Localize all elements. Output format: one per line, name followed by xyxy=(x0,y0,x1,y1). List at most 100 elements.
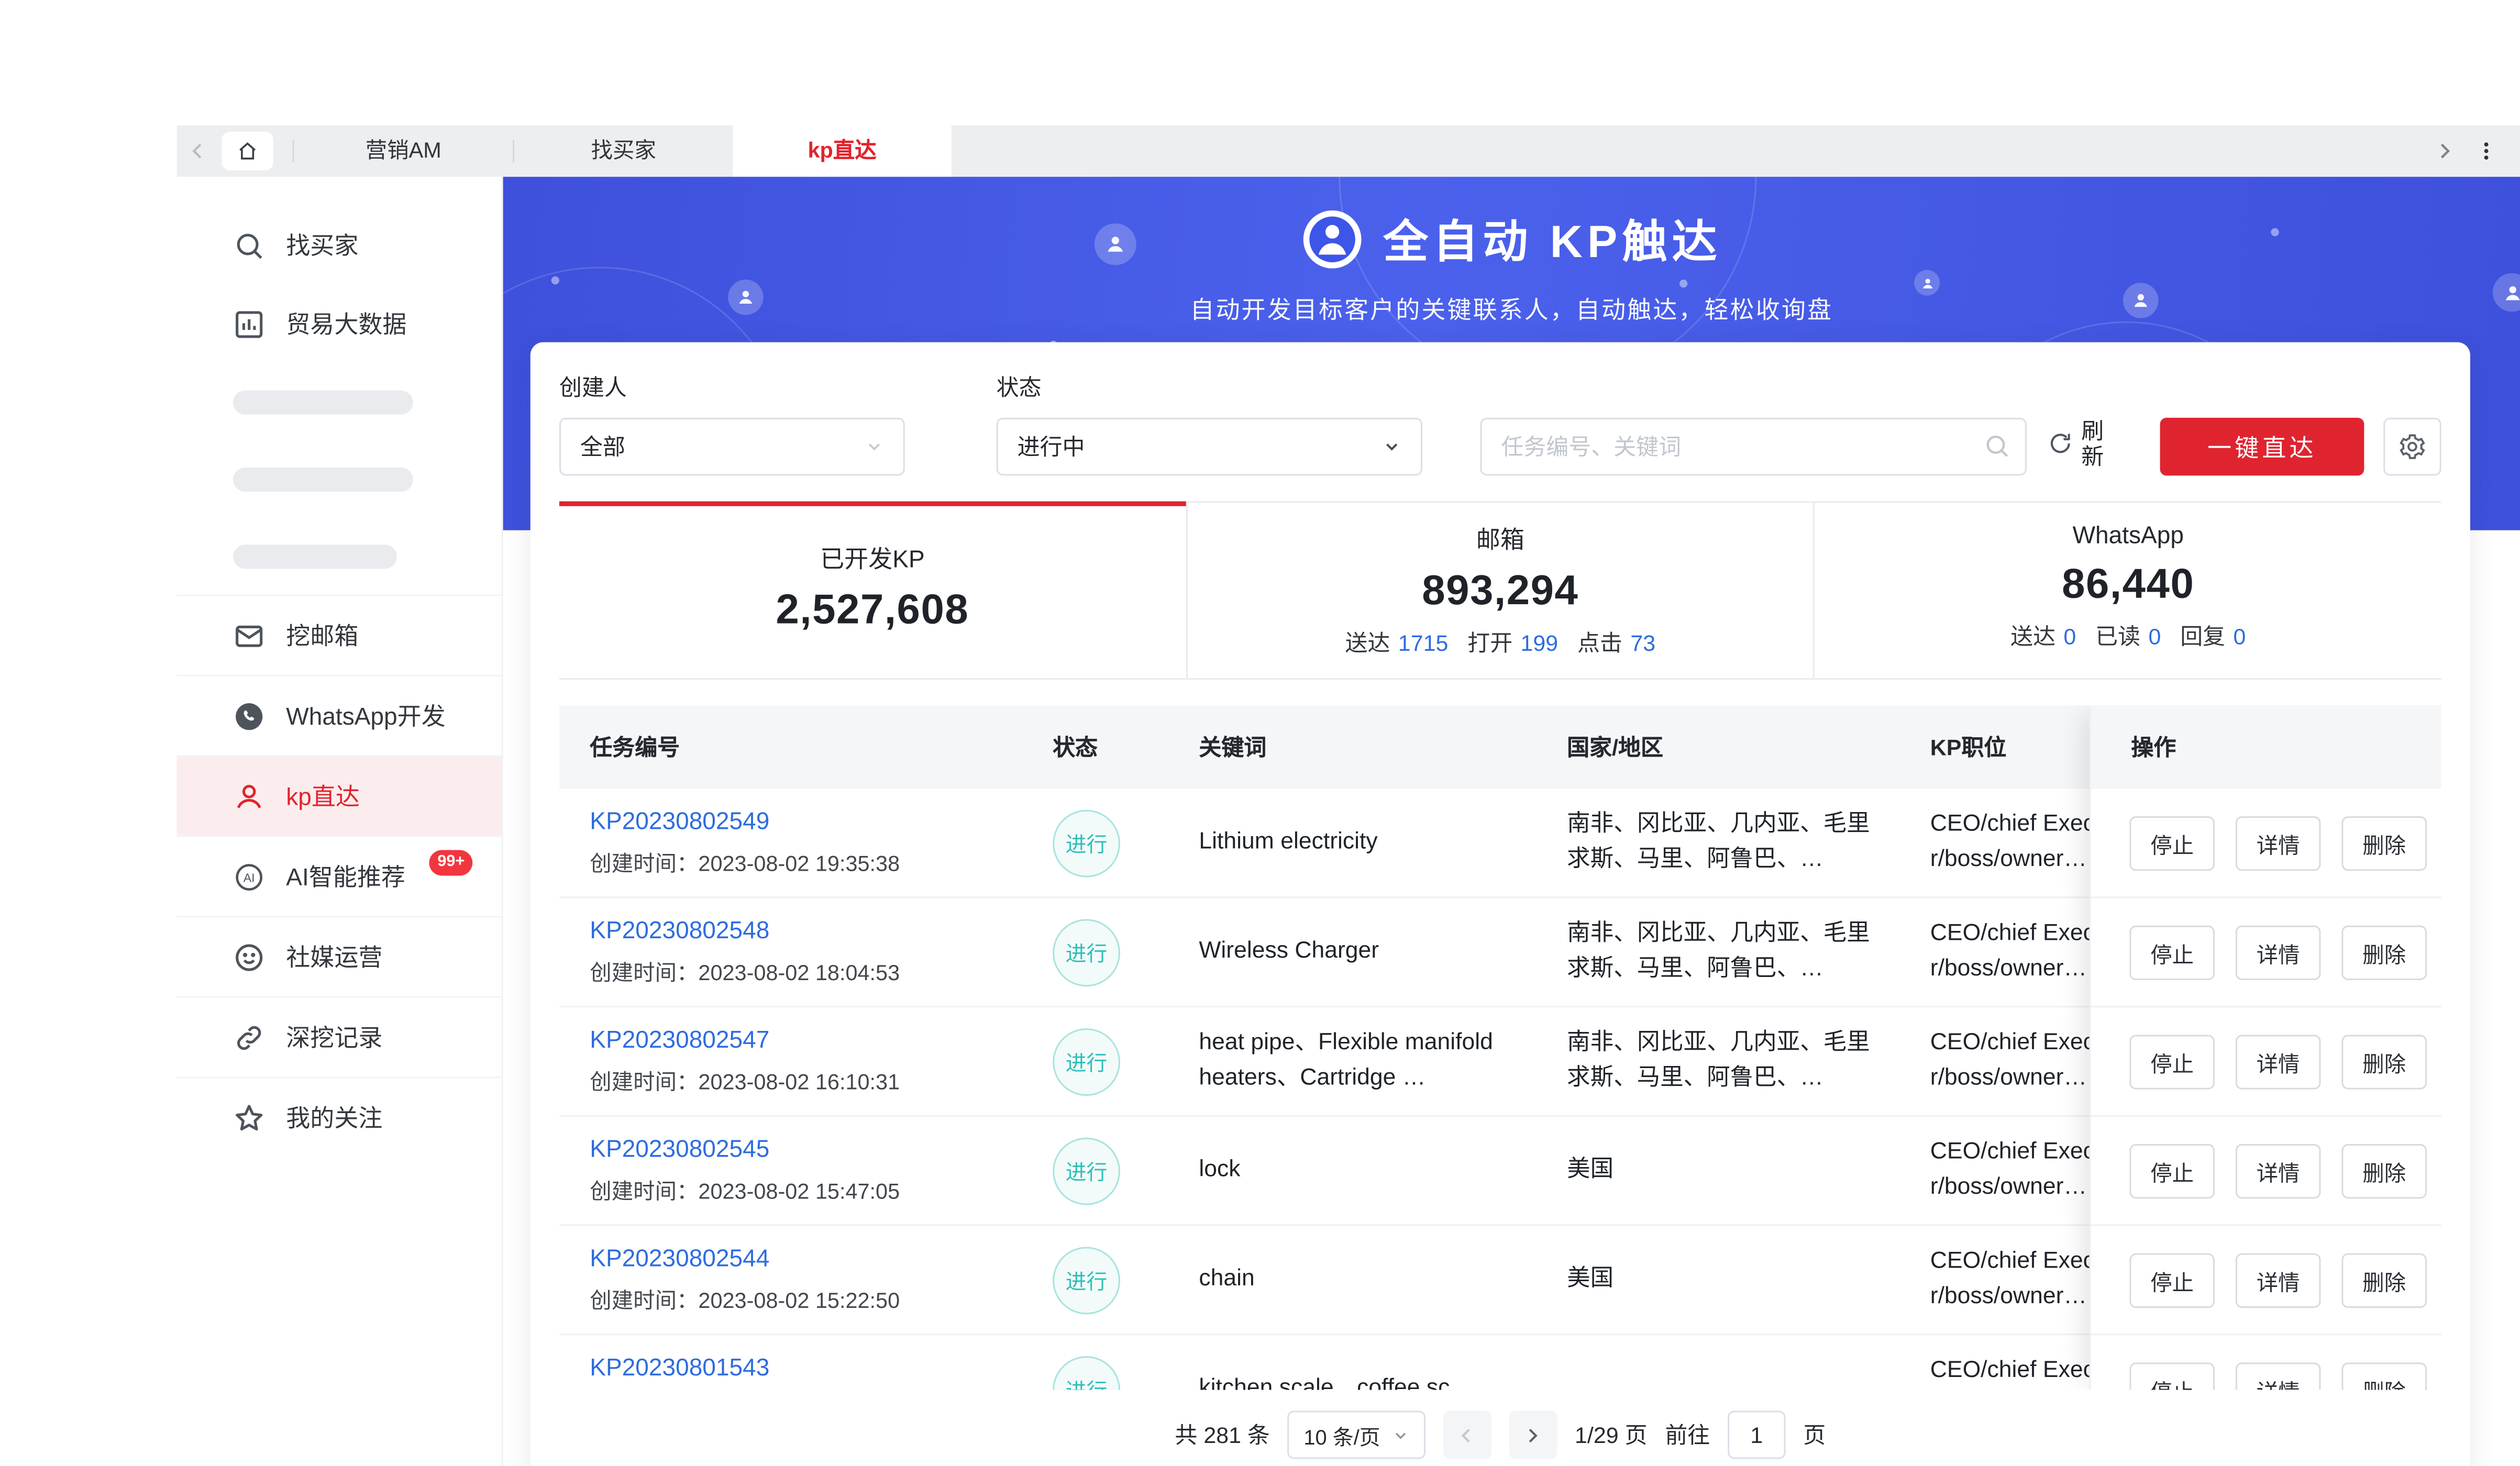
page-size-select[interactable]: 10 条/页 xyxy=(1288,1411,1425,1459)
decor-person-icon xyxy=(1914,270,1940,296)
sidebar-item-find-buyers[interactable]: 找买家 xyxy=(177,206,502,284)
task-id-link[interactable]: KP20230802549 xyxy=(590,808,1025,836)
delete-button[interactable]: 删除 xyxy=(2341,1143,2427,1198)
task-id-link[interactable]: KP20230802548 xyxy=(590,917,1025,945)
task-created: 创建时间：2023-08-02 19:35:38 xyxy=(590,845,1025,877)
delete-button[interactable]: 删除 xyxy=(2341,815,2427,870)
stop-button[interactable]: 停止 xyxy=(2129,815,2215,870)
metric-label: 已读 xyxy=(2095,624,2140,649)
sidebar-item-ai-recommend[interactable]: AI AI智能推荐 99+ xyxy=(177,836,502,916)
chevron-down-icon xyxy=(1382,437,1401,457)
actions-row: 停止 详情 删除 xyxy=(2091,898,2441,1008)
goto-page-input[interactable] xyxy=(1728,1411,1785,1459)
sidebar-item-my-follows[interactable]: 我的关注 xyxy=(177,1076,502,1157)
created-value: 2023-08-02 15:47:05 xyxy=(698,1180,900,1204)
search-input[interactable] xyxy=(1480,418,2026,475)
sidebar-item-label: 社媒运营 xyxy=(286,940,382,973)
metric-value: 1715 xyxy=(1398,630,1449,656)
pagination-bar: 共 281 条 10 条/页 1/29 xyxy=(559,1390,2441,1465)
decor-dot xyxy=(551,276,559,284)
stop-button[interactable]: 停止 xyxy=(2129,925,2215,979)
sidebar: 找买家 贸易大数据 挖邮箱 xyxy=(177,177,503,1465)
task-countries: 美国 xyxy=(1567,1263,1874,1296)
refresh-control[interactable]: 刷新 xyxy=(2048,412,2105,476)
stat-label: WhatsApp xyxy=(1815,522,2441,549)
metric-label: 回复 xyxy=(2180,624,2225,649)
back-chevron-icon[interactable] xyxy=(177,125,219,176)
sidebar-item-trade-big-data[interactable]: 贸易大数据 xyxy=(177,284,502,363)
sidebar-item-label: 挖邮箱 xyxy=(286,619,358,652)
actions-row: 停止 详情 删除 xyxy=(2091,1226,2441,1336)
kebab-menu-icon[interactable] xyxy=(2475,138,2497,164)
tab-marketing-am[interactable]: 营销AM xyxy=(294,125,513,176)
details-button[interactable]: 详情 xyxy=(2236,1362,2321,1390)
stat-tab-whatsapp[interactable]: WhatsApp 86,440 送达0已读0回复0 xyxy=(1814,501,2441,678)
skeleton-row xyxy=(177,440,502,517)
body-row: 找买家 贸易大数据 挖邮箱 xyxy=(177,177,2520,1465)
count-badge: 99+ xyxy=(429,849,473,875)
details-button[interactable]: 详情 xyxy=(2236,925,2321,979)
delete-button[interactable]: 删除 xyxy=(2341,1362,2427,1390)
page: 营销AM 找买家 kp直达 找买家 xyxy=(0,0,2520,1465)
col-header-actions: 操作 xyxy=(2091,705,2441,789)
created-label: 创建时间： xyxy=(590,1070,698,1094)
status-select[interactable]: 进行中 xyxy=(997,418,1422,475)
person-icon xyxy=(233,780,265,812)
stop-button[interactable]: 停止 xyxy=(2129,1143,2215,1198)
creator-select[interactable]: 全部 xyxy=(559,418,905,475)
svg-text:AI: AI xyxy=(244,870,255,884)
home-button[interactable] xyxy=(222,132,273,171)
task-id-link[interactable]: KP20230801543 xyxy=(590,1354,1025,1382)
details-button[interactable]: 详情 xyxy=(2236,1252,2321,1307)
task-id-link[interactable]: KP20230802544 xyxy=(590,1245,1025,1272)
task-keywords: Wireless Charger xyxy=(1199,935,1510,969)
stop-button[interactable]: 停止 xyxy=(2129,1362,2215,1390)
sidebar-item-whatsapp-dev[interactable]: WhatsApp开发 xyxy=(177,675,502,755)
tab-kp-direct[interactable]: kp直达 xyxy=(733,125,951,176)
actions-row: 停止 详情 删除 xyxy=(2091,1335,2441,1390)
search-icon[interactable] xyxy=(1983,432,2010,468)
delete-button[interactable]: 删除 xyxy=(2341,925,2427,979)
skeleton-row xyxy=(177,363,502,440)
settings-button[interactable] xyxy=(2383,418,2441,475)
status-badge: 进行 xyxy=(1053,809,1120,876)
task-keywords: chain xyxy=(1199,1263,1510,1296)
details-button[interactable]: 详情 xyxy=(2236,1143,2321,1198)
task-id-link[interactable]: KP20230802545 xyxy=(590,1136,1025,1163)
col-header-task-id: 任务编号 xyxy=(559,731,1025,763)
task-id-link[interactable]: KP20230802547 xyxy=(590,1027,1025,1054)
status-filter-group: 状态 进行中 xyxy=(997,371,1422,475)
sidebar-item-social-media[interactable]: 社媒运营 xyxy=(177,916,502,996)
goto-label: 前往 xyxy=(1665,1419,1710,1451)
main-content: 全自动 KP触达 自动开发目标客户的关键联系人，自动触达，轻松收询盘 创建人 全… xyxy=(503,177,2520,1465)
metric-label: 打开 xyxy=(1467,630,1512,656)
forward-chevron-icon[interactable] xyxy=(2433,140,2456,162)
stop-button[interactable]: 停止 xyxy=(2129,1034,2215,1089)
gear-icon xyxy=(2398,432,2427,461)
status-label: 状态 xyxy=(997,371,1422,403)
task-created: 创建时间：2023-08-02 18:04:53 xyxy=(590,954,1025,986)
next-page-button[interactable] xyxy=(1509,1411,1557,1459)
banner-subtitle: 自动开发目标客户的关键联系人，自动触达，轻松收询盘 xyxy=(503,293,2520,326)
sidebar-item-label: kp直达 xyxy=(286,779,360,813)
stop-button[interactable]: 停止 xyxy=(2129,1252,2215,1307)
tab-find-buyers[interactable]: 找买家 xyxy=(514,125,733,176)
one-click-reach-button[interactable]: 一键直达 xyxy=(2160,418,2364,475)
total-count: 共 281 条 xyxy=(1175,1419,1269,1451)
details-button[interactable]: 详情 xyxy=(2236,815,2321,870)
sidebar-item-mail-mining[interactable]: 挖邮箱 xyxy=(177,594,502,674)
sidebar-item-deep-dig-records[interactable]: 深挖记录 xyxy=(177,996,502,1076)
delete-button[interactable]: 删除 xyxy=(2341,1252,2427,1307)
details-button[interactable]: 详情 xyxy=(2236,1034,2321,1089)
delete-button[interactable]: 删除 xyxy=(2341,1034,2427,1089)
task-keywords: lock xyxy=(1199,1153,1510,1187)
task-created: 创建时间：2023-08-02 15:22:50 xyxy=(590,1282,1025,1314)
stat-tab-email[interactable]: 邮箱 893,294 送达1715打开199点击73 xyxy=(1186,501,1814,678)
app-frame: 营销AM 找买家 kp直达 找买家 xyxy=(177,125,2520,1465)
sidebar-item-kp-direct[interactable]: kp直达 xyxy=(177,755,502,835)
stat-value: 893,294 xyxy=(1187,565,1814,615)
prev-page-button[interactable] xyxy=(1443,1411,1491,1459)
stat-tab-developed-kp[interactable]: 已开发KP 2,527,608 xyxy=(559,501,1186,678)
tasks-table: 任务编号 状态 关键词 国家/地区 KP职位 KP20230802549 创建时… xyxy=(559,705,2441,1390)
task-keywords: kitchen scale、coffee sc… xyxy=(1199,1372,1510,1390)
